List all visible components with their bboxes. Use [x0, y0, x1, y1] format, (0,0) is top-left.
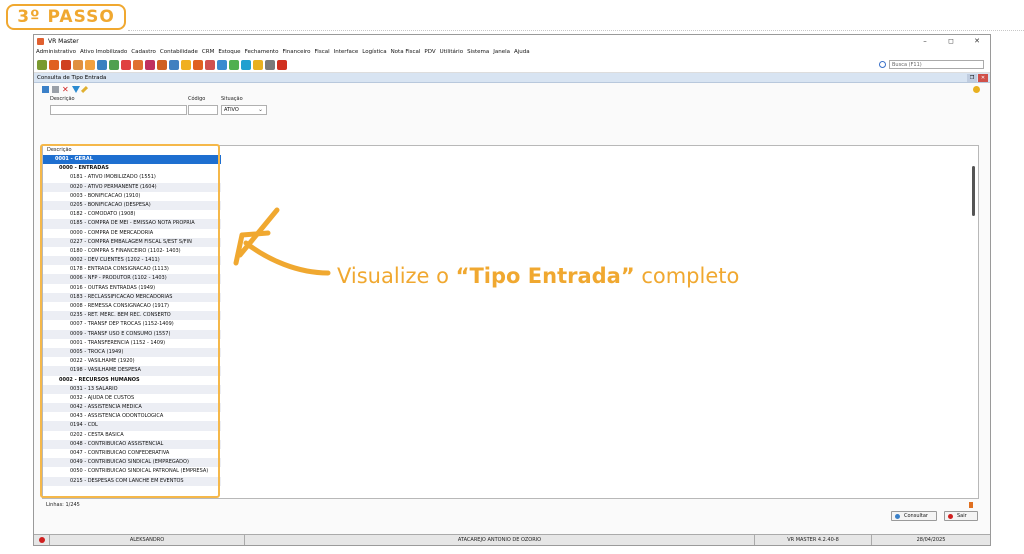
menu-item-estoque[interactable]: Estoque	[218, 49, 240, 55]
annotation-arrow-head-icon	[237, 207, 280, 258]
toolbar-module-icon[interactable]	[193, 59, 203, 70]
status-version: VR MASTER 4.2.40-8	[755, 535, 872, 545]
toolbar-module-icon[interactable]	[229, 59, 239, 70]
app-logo-icon	[37, 37, 44, 45]
inner-toolbar: ✕	[34, 83, 990, 95]
tree-highlight-frame	[40, 144, 220, 498]
toolbar-module-icon[interactable]	[253, 59, 263, 70]
menu-item-fiscal[interactable]: Fiscal	[315, 49, 330, 55]
menu-item-cadastro[interactable]: Cadastro	[131, 49, 156, 55]
menu-item-sistema[interactable]: Sistema	[467, 49, 489, 55]
toolbar-module-icon[interactable]	[277, 59, 287, 70]
situacao-label: Situação	[221, 96, 243, 102]
toolbar-module-icon[interactable]	[133, 59, 143, 70]
toolbar-module-icon[interactable]	[37, 59, 47, 70]
menu-item-contabilidade[interactable]: Contabilidade	[160, 49, 198, 55]
inner-restore-button[interactable]: ❐	[967, 73, 977, 82]
situacao-select[interactable]: ATIVO	[221, 105, 267, 115]
consultar-icon	[895, 514, 900, 519]
status-company: ATACAREJO ANTONIO DE OZORIO	[245, 535, 755, 545]
lines-counter: Linhas: 1/245	[42, 501, 979, 510]
inner-window-controls: ❐ ✕	[967, 73, 988, 82]
menu-item-ativo-imobilizado[interactable]: Ativo Imobilizado	[80, 49, 127, 55]
toolbar-module-icon[interactable]	[217, 59, 227, 70]
menu-item-administrativo[interactable]: Administrativo	[36, 49, 76, 55]
main-toolbar: Busca (F11)	[34, 57, 990, 73]
delete-icon[interactable]: ✕	[62, 85, 69, 93]
menu-item-interface[interactable]: Interface	[334, 49, 359, 55]
toolbar-module-icon[interactable]	[85, 59, 95, 70]
window-title: VR Master	[48, 37, 79, 45]
export-icon[interactable]	[969, 502, 973, 508]
menu-item-crm[interactable]: CRM	[202, 49, 214, 55]
toolbar-module-icon[interactable]	[145, 59, 155, 70]
lines-count: Linhas: 1/245	[46, 502, 80, 508]
menu-item-janela[interactable]: Janela	[493, 49, 510, 55]
annotation-suffix: completo	[634, 264, 740, 288]
menu-item-ajuda[interactable]: Ajuda	[514, 49, 530, 55]
search-record-icon[interactable]	[42, 85, 49, 93]
filter-icon[interactable]	[72, 85, 80, 93]
close-button[interactable]: ✕	[964, 37, 990, 45]
window-controls: – ◻ ✕	[912, 37, 990, 45]
codigo-label: Código	[188, 96, 206, 102]
toolbar-module-icon[interactable]	[109, 59, 119, 70]
status-alert-icon	[34, 535, 50, 545]
toolbar-module-icon[interactable]	[265, 59, 275, 70]
menu-item-financeiro[interactable]: Financeiro	[282, 49, 310, 55]
codigo-input[interactable]	[188, 105, 218, 115]
toolbar-module-icon[interactable]	[73, 59, 83, 70]
maximize-button[interactable]: ◻	[938, 37, 964, 45]
menu-item-nota-fiscal[interactable]: Nota Fiscal	[391, 49, 421, 55]
filter-panel: Descrição Código Situação ATIVO	[34, 95, 990, 123]
key-icon[interactable]	[973, 85, 980, 93]
search-area: Busca (F11)	[879, 60, 984, 69]
toolbar-module-icon[interactable]	[97, 59, 107, 70]
toolbar-module-icon[interactable]	[157, 59, 167, 70]
edit-icon[interactable]	[80, 85, 89, 93]
toolbar-icons	[37, 59, 287, 70]
inner-window-title-bar: Consulta de Tipo Entrada ❐ ✕	[34, 73, 990, 83]
sair-icon	[948, 514, 953, 519]
menu-item-utilit-rio[interactable]: Utilitário	[440, 49, 463, 55]
toolbar-module-icon[interactable]	[241, 59, 251, 70]
vertical-scrollbar[interactable]	[972, 166, 975, 216]
toolbar-module-icon[interactable]	[181, 59, 191, 70]
search-input[interactable]: Busca (F11)	[889, 60, 984, 69]
descricao-label: Descrição	[50, 96, 75, 102]
toolbar-module-icon[interactable]	[121, 59, 131, 70]
search-icon	[879, 61, 886, 68]
status-date: 28/04/2025	[916, 537, 946, 543]
title-bar: VR Master – ◻ ✕	[34, 35, 990, 47]
consultar-label: Consultar	[904, 513, 928, 519]
status-bar: ALEKSANDRO ATACAREJO ANTONIO DE OZORIO V…	[34, 534, 990, 545]
annotation-text: Visualize o “Tipo Entrada” completo	[337, 264, 739, 288]
menu-item-fechamento[interactable]: Fechamento	[245, 49, 279, 55]
toolbar-module-icon[interactable]	[61, 59, 71, 70]
toolbar-module-icon[interactable]	[49, 59, 59, 70]
sair-button[interactable]: Sair	[944, 511, 978, 521]
sair-label: Sair	[957, 513, 967, 519]
action-buttons: Consultar Sair	[34, 511, 990, 525]
descricao-input[interactable]	[50, 105, 187, 115]
menu-item-log-stica[interactable]: Logística	[362, 49, 386, 55]
divider	[128, 30, 1024, 31]
toolbar-module-icon[interactable]	[169, 59, 179, 70]
inner-window-title: Consulta de Tipo Entrada	[37, 74, 107, 81]
minimize-button[interactable]: –	[912, 37, 938, 45]
new-record-icon[interactable]	[52, 85, 59, 93]
menu-item-pdv[interactable]: PDV	[424, 49, 435, 55]
step-badge: 3º PASSO	[6, 4, 126, 30]
toolbar-module-icon[interactable]	[205, 59, 215, 70]
inner-close-button[interactable]: ✕	[978, 73, 988, 82]
consultar-button[interactable]: Consultar	[891, 511, 937, 521]
status-user: ALEKSANDRO	[50, 535, 245, 545]
annotation-prefix: Visualize o	[337, 264, 456, 288]
menu-bar: Administrativo Ativo Imobilizado Cadastro C…	[34, 47, 990, 57]
annotation-bold: “Tipo Entrada”	[455, 264, 635, 288]
